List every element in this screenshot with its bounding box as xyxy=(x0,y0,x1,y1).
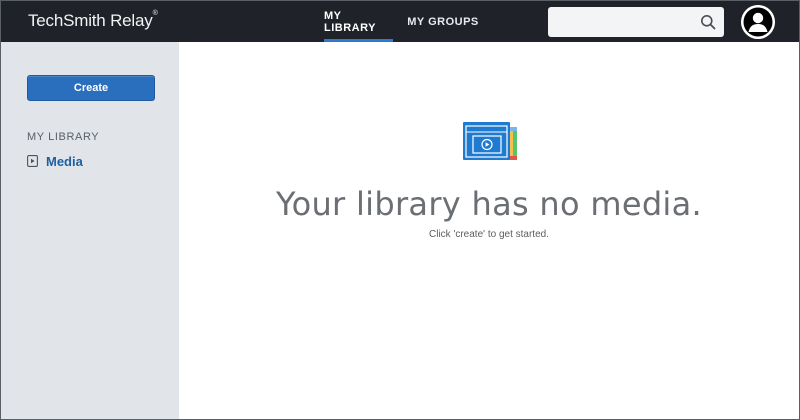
search-input[interactable] xyxy=(548,7,724,37)
main-content: Your library has no media. Click 'create… xyxy=(179,42,799,419)
media-icon xyxy=(27,155,38,167)
top-bar: TechSmith Relay® MY LIBRARY MY GROUPS xyxy=(1,1,799,42)
search-icon[interactable] xyxy=(700,14,716,30)
empty-library-icon xyxy=(463,122,517,160)
sidebar-section-heading: MY LIBRARY xyxy=(27,131,100,143)
empty-state-title: Your library has no media. xyxy=(275,185,703,223)
sidebar-item-label: Media xyxy=(46,153,83,169)
tab-my-groups-label: MY GROUPS xyxy=(407,15,479,28)
empty-state-subtitle: Click 'create' to get started. xyxy=(429,229,549,240)
sidebar: Create MY LIBRARY Media xyxy=(1,42,179,419)
app-window: TechSmith Relay® MY LIBRARY MY GROUPS Cr… xyxy=(0,0,800,420)
registered-mark: ® xyxy=(152,10,158,17)
brand-name: TechSmith Relay xyxy=(28,11,153,30)
sidebar-item-media[interactable]: Media xyxy=(27,152,83,170)
tab-my-groups[interactable]: MY GROUPS xyxy=(404,1,482,42)
brand-logo[interactable]: TechSmith Relay® xyxy=(28,10,158,31)
create-button[interactable]: Create xyxy=(27,75,155,101)
tab-my-library-label: MY LIBRARY xyxy=(324,9,376,34)
user-avatar[interactable] xyxy=(741,5,775,39)
tab-my-library[interactable]: MY LIBRARY xyxy=(324,1,393,42)
user-avatar-icon xyxy=(741,5,775,39)
